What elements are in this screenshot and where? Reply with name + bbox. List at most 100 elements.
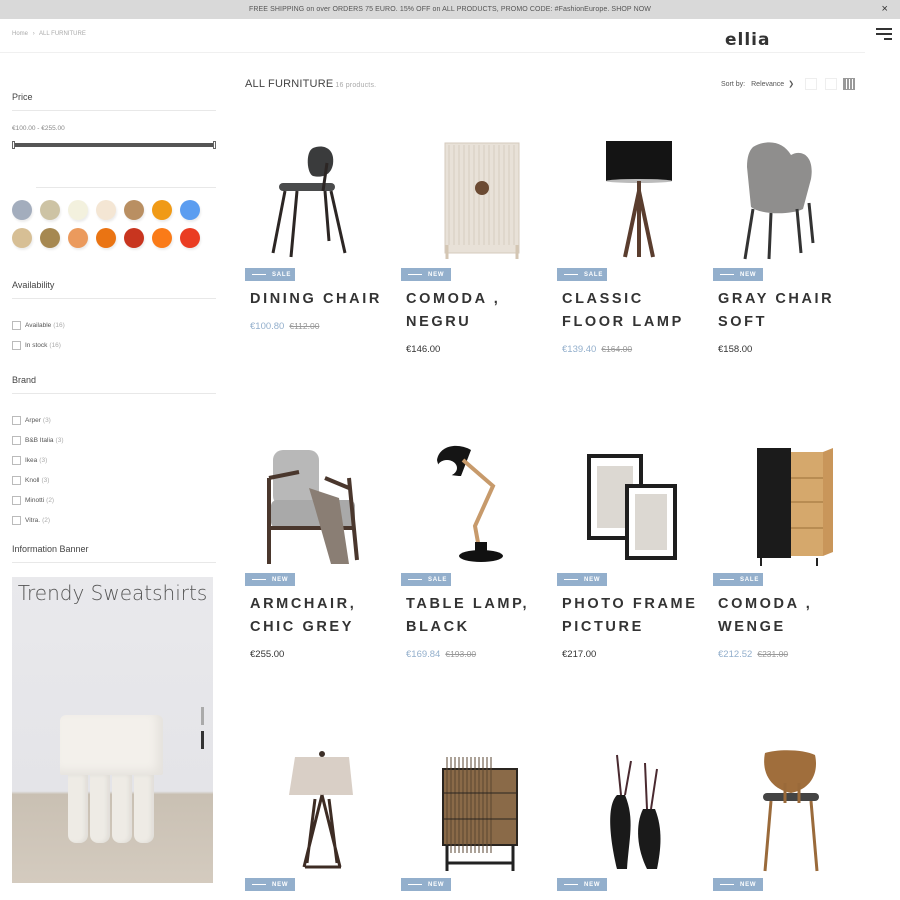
promo-text[interactable]: FREE SHIPPING on over ORDERS 75 EURO. 15… [249, 6, 651, 13]
color-swatch[interactable] [12, 200, 32, 220]
product-card[interactable]: NEW [557, 743, 702, 891]
product-image[interactable] [713, 133, 858, 268]
photo-frame-icon [587, 454, 677, 560]
option-label: Arper [25, 416, 41, 424]
availability-filter-option[interactable]: In stock (16) [12, 335, 216, 355]
product-name[interactable]: GRAY CHAIR SOFT [718, 288, 858, 334]
option-count: (16) [49, 341, 61, 349]
brand-filter-option[interactable]: Arper (3) [12, 410, 216, 430]
availability-filter-title: Availability [12, 280, 216, 299]
product-image[interactable] [245, 133, 390, 268]
product-image[interactable] [557, 133, 702, 268]
banner-slide-indicator-1[interactable] [201, 707, 204, 725]
checkbox[interactable] [12, 340, 21, 350]
product-image[interactable] [245, 743, 390, 878]
product-name[interactable]: ARMCHAIR, CHIC GREY [250, 593, 390, 639]
color-swatch[interactable] [124, 200, 144, 220]
product-card[interactable]: NEW [401, 743, 546, 891]
brand-filter-option[interactable]: Minotti (2) [12, 490, 216, 510]
info-banner[interactable]: Trendy Sweatshirts [12, 577, 213, 883]
brand-filter-option[interactable]: Knoll (3) [12, 470, 216, 490]
stool-image [60, 715, 163, 843]
badge-label: NEW [584, 881, 601, 888]
brand-filter-option[interactable]: B&B Italia (3) [12, 430, 216, 450]
product-name[interactable]: CLASSIC FLOOR LAMP [562, 288, 702, 334]
availability-list: Available (16) In stock (16) [12, 315, 216, 355]
product-card[interactable]: SALE CLASSIC FLOOR LAMP €139.40 €164.00 [557, 133, 702, 355]
product-card[interactable]: NEW PHOTO FRAME PICTURE €217.00 [557, 438, 702, 660]
product-image[interactable] [401, 743, 546, 878]
product-card[interactable]: NEW [245, 743, 390, 891]
chevron-down-icon[interactable]: ❯ [788, 80, 794, 88]
color-swatch[interactable] [180, 200, 200, 220]
color-swatch[interactable] [152, 200, 172, 220]
checkbox[interactable] [12, 435, 21, 445]
product-image[interactable] [245, 438, 390, 573]
color-swatch[interactable] [124, 228, 144, 248]
product-name[interactable]: PHOTO FRAME PICTURE [562, 593, 702, 639]
badge-label: NEW [584, 576, 601, 583]
color-swatch[interactable] [68, 228, 88, 248]
checkbox[interactable] [12, 320, 21, 330]
product-card[interactable]: NEW [713, 743, 858, 891]
promo-bar[interactable]: FREE SHIPPING on over ORDERS 75 EURO. 15… [0, 0, 900, 19]
color-swatch[interactable] [152, 228, 172, 248]
price-slider-max-handle[interactable] [213, 141, 216, 149]
color-swatch[interactable] [96, 228, 116, 248]
price-slider-track[interactable] [14, 143, 214, 147]
color-swatch[interactable] [40, 200, 60, 220]
table-lamp-icon [437, 445, 503, 562]
logo[interactable]: ellia [725, 30, 770, 50]
close-icon[interactable]: × [881, 0, 888, 19]
product-price: €158.00 [718, 344, 752, 355]
color-swatch[interactable] [40, 228, 60, 248]
product-image[interactable] [557, 743, 702, 878]
checkbox[interactable] [12, 475, 21, 485]
wood-chair-icon [763, 750, 819, 872]
checkbox[interactable] [12, 495, 21, 505]
color-swatch[interactable] [12, 228, 32, 248]
product-image[interactable] [401, 133, 546, 268]
brand-filter-option[interactable]: Vitra. (2) [12, 510, 216, 530]
color-swatch[interactable] [96, 200, 116, 220]
product-name[interactable]: TABLE LAMP, BLACK [406, 593, 546, 639]
checkbox[interactable] [12, 515, 21, 525]
product-image[interactable] [713, 743, 858, 878]
product-card[interactable]: NEW GRAY CHAIR SOFT €158.00 [713, 133, 858, 355]
product-card[interactable]: SALE DINING CHAIR €100.80 €112.00 [245, 133, 390, 332]
grid-2-view-icon[interactable] [805, 78, 817, 90]
color-swatch[interactable] [180, 228, 200, 248]
product-image[interactable] [401, 438, 546, 573]
product-card[interactable]: SALE TABLE LAMP, BLACK €169.84 €193.00 [401, 438, 546, 660]
product-name[interactable]: DINING CHAIR [250, 288, 390, 311]
product-name[interactable]: COMODA , WENGE [718, 593, 858, 639]
wardrobe-icon [757, 448, 833, 566]
armchair-icon [267, 450, 359, 564]
checkbox[interactable] [12, 455, 21, 465]
info-banner-title: Information Banner [12, 544, 216, 563]
product-count: 16 products. [335, 82, 377, 89]
hamburger-menu-icon[interactable] [876, 28, 892, 42]
option-label: B&B Italia [25, 436, 54, 444]
product-card[interactable]: SALE COMODA , WENGE €212.52 €231.00 [713, 438, 858, 660]
product-price: €100.80 €112.00 [250, 321, 319, 332]
product-name[interactable]: COMODA , NEGRU [406, 288, 546, 334]
availability-filter-option[interactable]: Available (16) [12, 315, 216, 335]
grid-3-view-icon[interactable] [825, 78, 837, 90]
product-card[interactable]: NEW ARMCHAIR, CHIC GREY €255.00 [245, 438, 390, 660]
new-badge: NEW [401, 878, 451, 891]
breadcrumb-home[interactable]: Home [12, 31, 28, 37]
grid-4-view-icon[interactable] [843, 78, 855, 90]
price-slider[interactable] [12, 141, 216, 149]
sort-select[interactable]: Relevance [751, 81, 784, 88]
badge-label: SALE [584, 271, 604, 278]
color-swatch[interactable] [68, 200, 88, 220]
brand-filter-option[interactable]: Ikea (3) [12, 450, 216, 470]
price-slider-min-handle[interactable] [12, 141, 15, 149]
product-card[interactable]: NEW COMODA , NEGRU €146.00 [401, 133, 546, 355]
checkbox[interactable] [12, 415, 21, 425]
product-image[interactable] [557, 438, 702, 573]
banner-slide-indicator-2[interactable] [201, 731, 204, 749]
original-price: €164.00 [601, 344, 633, 354]
product-image[interactable] [713, 438, 858, 573]
